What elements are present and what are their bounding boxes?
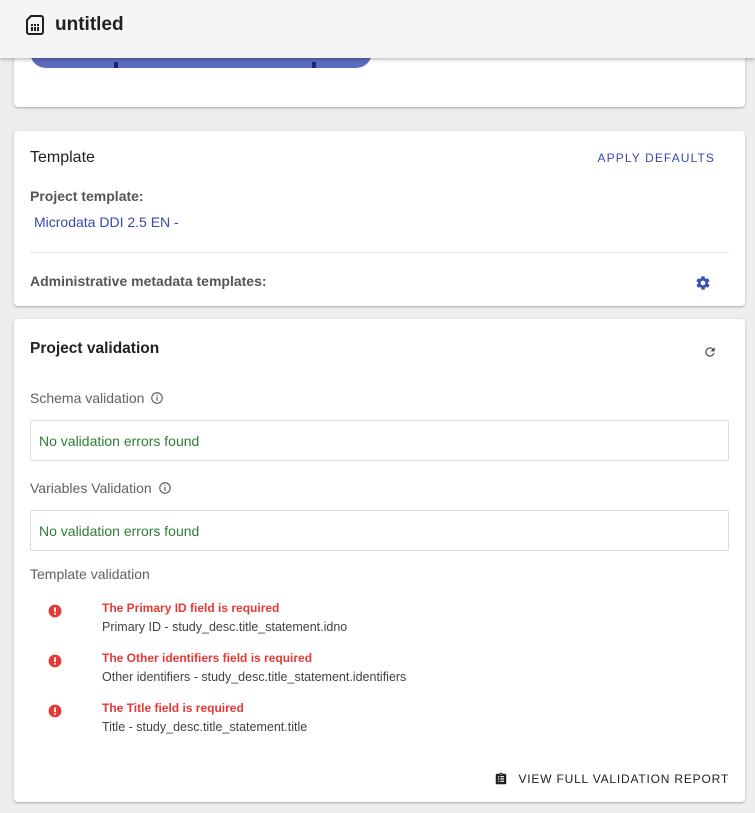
validation-error-item[interactable]: The Primary ID field is required Primary… xyxy=(46,601,726,641)
validation-card-title: Project validation xyxy=(30,340,160,357)
error-icon xyxy=(48,704,62,718)
project-template-label: Project template: xyxy=(30,188,144,204)
variables-validation-result: No validation errors found xyxy=(30,510,729,551)
error-description: Primary ID - study_desc.title_statement.… xyxy=(102,620,348,634)
gear-icon[interactable] xyxy=(695,275,711,291)
clipboard-list-icon xyxy=(496,772,507,785)
refresh-icon[interactable] xyxy=(703,345,717,359)
admin-metadata-label: Administrative metadata templates: xyxy=(30,273,267,289)
error-icon xyxy=(48,654,62,668)
error-title: The Title field is required xyxy=(102,701,244,715)
apply-defaults-button[interactable]: APPLY DEFAULTS xyxy=(598,151,715,165)
template-card: Template APPLY DEFAULTS Project template… xyxy=(14,131,745,306)
template-validation-label: Template validation xyxy=(30,566,150,582)
validation-error-item[interactable]: The Title field is required Title - stud… xyxy=(46,701,726,741)
info-icon[interactable] xyxy=(150,391,164,405)
view-full-report-button[interactable]: VIEW FULL VALIDATION REPORT xyxy=(494,772,729,786)
schema-validation-label: Schema validation xyxy=(30,390,164,406)
view-full-report-label: VIEW FULL VALIDATION REPORT xyxy=(518,772,729,786)
error-title: The Primary ID field is required xyxy=(102,601,280,615)
error-description: Title - study_desc.title_statement.title xyxy=(102,720,308,734)
sim-card-icon xyxy=(26,15,44,35)
template-card-title: Template xyxy=(30,149,95,166)
error-icon xyxy=(48,604,62,618)
validation-card: Project validation Schema validation No … xyxy=(14,319,745,802)
project-template-select[interactable]: Microdata DDI 2.5 EN - xyxy=(34,214,179,230)
page-title: untitled xyxy=(55,14,124,35)
divider xyxy=(30,252,729,253)
app-header: untitled xyxy=(0,0,755,58)
error-title: The Other identifiers field is required xyxy=(102,651,313,665)
schema-validation-result: No validation errors found xyxy=(30,420,729,461)
schema-validation-label-text: Schema validation xyxy=(30,390,145,406)
info-icon[interactable] xyxy=(158,481,172,495)
validation-error-item[interactable]: The Other identifiers field is required … xyxy=(46,651,726,691)
variables-validation-label: Variables Validation xyxy=(30,480,172,496)
template-validation-label-text: Template validation xyxy=(30,566,150,582)
variables-validation-label-text: Variables Validation xyxy=(30,480,152,496)
error-description: Other identifiers - study_desc.title_sta… xyxy=(102,670,407,684)
